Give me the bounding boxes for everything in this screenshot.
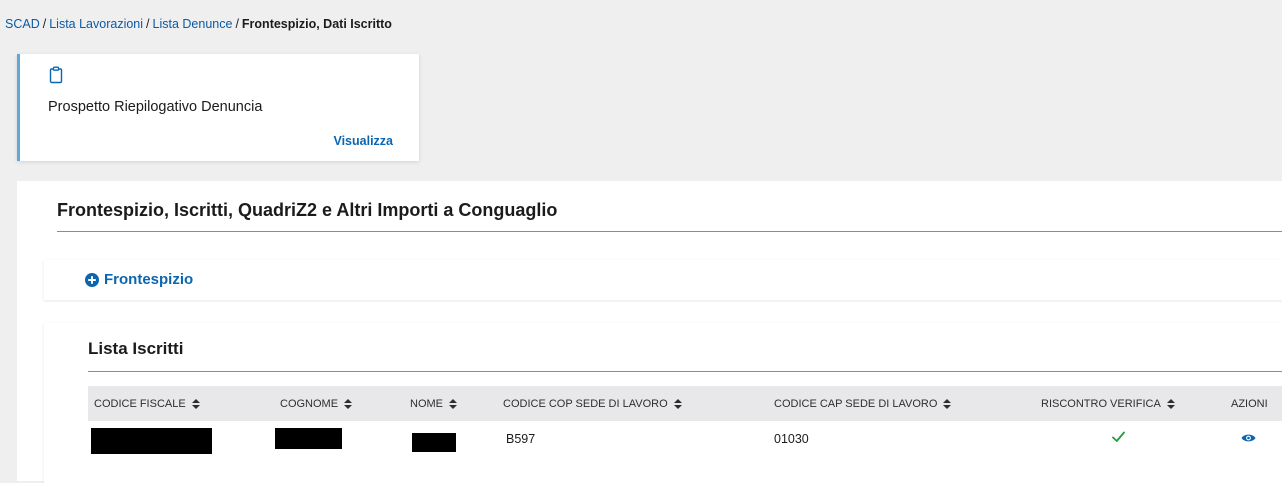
redacted-cognome — [275, 428, 342, 449]
column-header-nome[interactable]: NOME — [410, 398, 457, 410]
breadcrumb: SCAD / Lista Lavorazioni / Lista Denunce / Fro… — [5, 17, 392, 31]
section-divider — [57, 231, 1282, 232]
accordion-label: Frontespizio — [104, 271, 194, 288]
eye-icon[interactable] — [1241, 433, 1256, 443]
list-divider — [88, 371, 1282, 372]
main-panel: Frontespizio, Iscritti, QuadriZ2 e Altri… — [17, 181, 1282, 483]
column-header-azioni: AZIONI — [1231, 398, 1268, 410]
breadcrumb-separator: / — [146, 17, 150, 31]
column-header-codice-cop[interactable]: CODICE COP SEDE DI LAVORO — [503, 398, 682, 410]
card-title: Prospetto Riepilogativo Denuncia — [48, 99, 263, 115]
column-label: AZIONI — [1231, 398, 1268, 410]
table-header: CODICE FISCALE COGNOME NOME CODICE COP S… — [88, 386, 1282, 421]
column-label: NOME — [410, 398, 443, 410]
table-row: B597 01030 — [88, 421, 1282, 461]
prospetto-card: Prospetto Riepilogativo Denuncia Visuali… — [17, 54, 419, 161]
lista-iscritti-box: Lista Iscritti CODICE FISCALE COGNOME NO… — [44, 323, 1282, 483]
accordion-frontespizio[interactable]: Frontespizio — [44, 260, 1282, 300]
sort-icon — [1166, 399, 1175, 409]
sort-icon — [344, 399, 353, 409]
clipboard-icon — [49, 66, 63, 84]
breadcrumb-current: Frontespizio, Dati Iscritto — [241, 17, 392, 31]
breadcrumb-separator: / — [235, 17, 239, 31]
check-icon — [1112, 431, 1125, 442]
breadcrumb-separator: / — [42, 17, 47, 31]
column-label: CODICE COP SEDE DI LAVORO — [503, 398, 668, 410]
breadcrumb-link-lista-lavorazioni[interactable]: Lista Lavorazioni — [49, 17, 143, 31]
column-header-codice-fiscale[interactable]: CODICE FISCALE — [94, 398, 200, 410]
list-title: Lista Iscritti — [88, 339, 184, 358]
column-label: CODICE FISCALE — [94, 398, 186, 410]
plus-circle-icon — [85, 273, 99, 287]
column-header-codice-cap[interactable]: CODICE CAP SEDE DI LAVORO — [774, 398, 952, 410]
sort-icon — [943, 399, 952, 409]
column-label: COGNOME — [280, 398, 339, 410]
breadcrumb-link-scad[interactable]: SCAD — [5, 17, 40, 31]
column-label: CODICE CAP SEDE DI LAVORO — [774, 398, 938, 410]
redacted-nome — [412, 433, 456, 452]
sort-icon — [449, 399, 457, 409]
redacted-codice-fiscale — [91, 428, 212, 454]
column-label: RISCONTRO VERIFICA — [1041, 398, 1161, 410]
cell-codice-cap: 01030 — [774, 432, 809, 446]
sort-icon — [673, 399, 682, 409]
column-header-cognome[interactable]: COGNOME — [280, 398, 353, 410]
breadcrumb-link-lista-denunce[interactable]: Lista Denunce — [153, 17, 233, 31]
sort-icon — [191, 399, 200, 409]
column-header-riscontro-verifica[interactable]: RISCONTRO VERIFICA — [1041, 398, 1175, 410]
cell-codice-cop: B597 — [506, 432, 536, 446]
section-title: Frontespizio, Iscritti, QuadriZ2 e Altri… — [57, 200, 558, 220]
visualizza-link[interactable]: Visualizza — [333, 134, 393, 148]
